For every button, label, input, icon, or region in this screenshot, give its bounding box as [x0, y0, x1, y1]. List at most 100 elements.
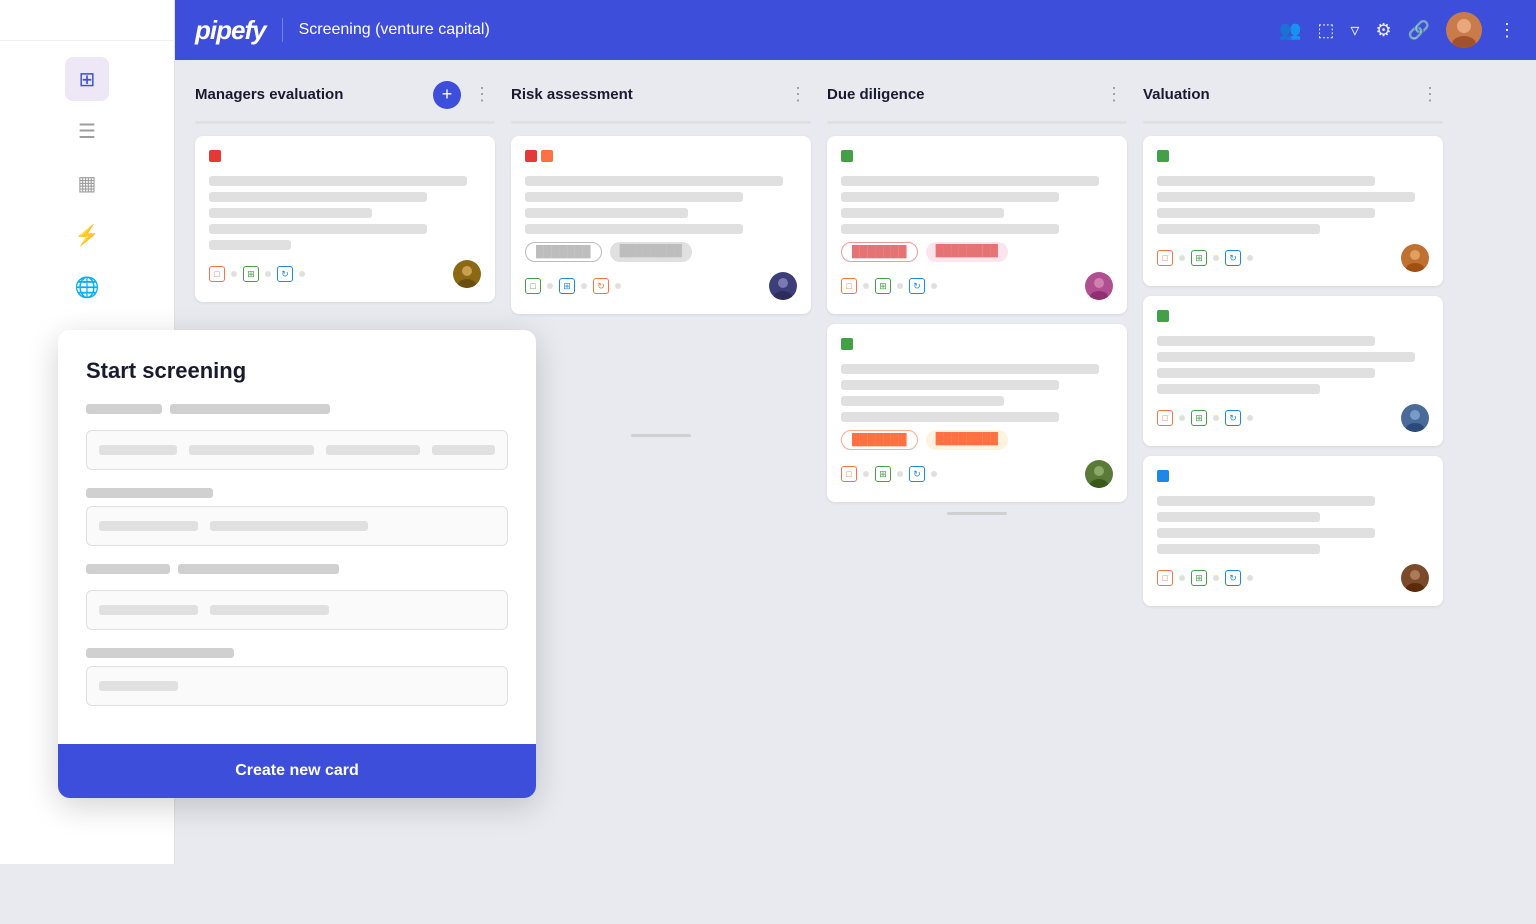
- create-card-button[interactable]: Create new card: [58, 744, 536, 798]
- card-avatar: [1401, 244, 1429, 272]
- tag-green: [841, 150, 853, 162]
- kanban-card[interactable]: ███████ ████████ □ ⊞ ↻: [827, 324, 1127, 502]
- tag-red: [209, 150, 221, 162]
- add-card-button[interactable]: +: [433, 81, 461, 109]
- grid-icon: ⊞: [79, 67, 96, 92]
- kanban-card[interactable]: □ ⊞ ↻: [1143, 296, 1443, 446]
- card-icon: □: [1157, 250, 1173, 266]
- column-more-button[interactable]: ⋮: [1101, 80, 1127, 109]
- header-actions: 👥 ⬚ ▿ ⚙ 🔗 ⋮: [1279, 12, 1516, 48]
- card-line: [1157, 512, 1320, 522]
- users-icon[interactable]: 👥: [1279, 20, 1301, 41]
- kanban-card[interactable]: □ ⊞ ↻: [195, 136, 495, 302]
- column-due-diligence: Due diligence ⋮ ███████ ████████ □ ⊞ ↻: [827, 80, 1127, 844]
- sidebar-item-list[interactable]: ☰: [65, 109, 109, 153]
- create-card-label: Create new card: [235, 762, 359, 779]
- badge-fill-pink: ████████: [926, 242, 1008, 262]
- card-icon: ↻: [1225, 570, 1241, 586]
- label-skeleton: [170, 404, 330, 414]
- field-group-1: [86, 404, 508, 470]
- card-line: [525, 192, 743, 202]
- card-avatar: [1085, 272, 1113, 300]
- input-placeholder: [99, 605, 198, 615]
- kanban-card[interactable]: □ ⊞ ↻: [1143, 136, 1443, 286]
- card-footer: □ ⊞ ↻: [1157, 564, 1429, 592]
- card-line: [1157, 192, 1415, 202]
- dot: [299, 271, 305, 277]
- card-icon: ↻: [909, 278, 925, 294]
- badge-fill-orange: ████████: [926, 430, 1008, 450]
- kanban-card[interactable]: ███████ ████████ □ ⊞ ↻: [827, 136, 1127, 314]
- dot: [1247, 575, 1253, 581]
- card-avatar: [453, 260, 481, 288]
- dot: [1179, 415, 1185, 421]
- dot: [1213, 575, 1219, 581]
- avatar[interactable]: [1446, 12, 1482, 48]
- input-placeholder: [210, 605, 329, 615]
- card-line: [1157, 336, 1375, 346]
- modal-body: Start screening: [58, 330, 536, 744]
- field-label-1: [86, 404, 508, 422]
- card-line: [1157, 544, 1320, 554]
- card-icon-orange: □: [209, 266, 225, 282]
- card-line: [209, 176, 467, 186]
- card-icon: ↻: [593, 278, 609, 294]
- column-title: Risk assessment: [511, 86, 633, 103]
- card-tags: [841, 338, 1113, 356]
- list-icon: ☰: [78, 119, 96, 144]
- modal-title: Start screening: [86, 358, 508, 384]
- card-line: [841, 364, 1099, 374]
- field-input-2[interactable]: [86, 506, 508, 546]
- card-avatar: [1401, 564, 1429, 592]
- column-title: Due diligence: [827, 86, 925, 103]
- table-icon: ▦: [78, 171, 97, 196]
- page-title: Screening (venture capital): [299, 21, 490, 39]
- card-icon: ⊞: [875, 278, 891, 294]
- sidebar-item-grid[interactable]: ⊞: [65, 57, 109, 101]
- scroll-bar: [631, 434, 691, 437]
- input-placeholder: [432, 445, 495, 455]
- card-icon: ⊞: [875, 466, 891, 482]
- card-avatar: [769, 272, 797, 300]
- scroll-area: [511, 434, 811, 437]
- card-footer: □ ⊞ ↻: [1157, 404, 1429, 432]
- column-line: [827, 121, 1127, 124]
- card-footer: □ ⊞ ↻: [1157, 244, 1429, 272]
- card-line: [841, 192, 1059, 202]
- label-skeleton: [86, 564, 170, 574]
- filter-icon[interactable]: ▿: [1350, 20, 1359, 41]
- tag-blue: [1157, 470, 1169, 482]
- kanban-card[interactable]: ███████ ████████ □ ⊞ ↻: [511, 136, 811, 314]
- card-avatar: [1085, 460, 1113, 488]
- column-line: [511, 121, 811, 124]
- card-line: [841, 224, 1059, 234]
- field-group-3: [86, 564, 508, 630]
- link-icon[interactable]: 🔗: [1408, 20, 1430, 41]
- column-more-button[interactable]: ⋮: [1417, 80, 1443, 109]
- badge-outline-red: ███████: [841, 242, 918, 262]
- card-avatar: [1401, 404, 1429, 432]
- card-line: [1157, 352, 1415, 362]
- field-group-4: [86, 648, 508, 706]
- field-input-1[interactable]: [86, 430, 508, 470]
- import-icon[interactable]: ⬚: [1317, 20, 1334, 41]
- field-input-3[interactable]: [86, 590, 508, 630]
- card-tags: [1157, 470, 1429, 488]
- input-placeholder: [326, 445, 420, 455]
- column-more-button[interactable]: ⋮: [785, 80, 811, 109]
- card-line: [209, 208, 372, 218]
- globe-icon: 🌐: [75, 275, 100, 300]
- sidebar-item-table[interactable]: ▦: [65, 161, 109, 205]
- label-skeleton: [178, 564, 338, 574]
- settings-icon[interactable]: ⚙: [1375, 20, 1391, 41]
- column-more-button[interactable]: ⋮: [469, 80, 495, 109]
- card-icon: ⊞: [1191, 250, 1207, 266]
- card-icon: ⊞: [1191, 410, 1207, 426]
- field-input-4[interactable]: [86, 666, 508, 706]
- kanban-card[interactable]: □ ⊞ ↻: [1143, 456, 1443, 606]
- dot: [615, 283, 621, 289]
- dot: [547, 283, 553, 289]
- more-icon[interactable]: ⋮: [1498, 20, 1516, 41]
- sidebar-item-globe[interactable]: 🌐: [65, 265, 109, 309]
- sidebar-item-automation[interactable]: ⚡: [65, 213, 109, 257]
